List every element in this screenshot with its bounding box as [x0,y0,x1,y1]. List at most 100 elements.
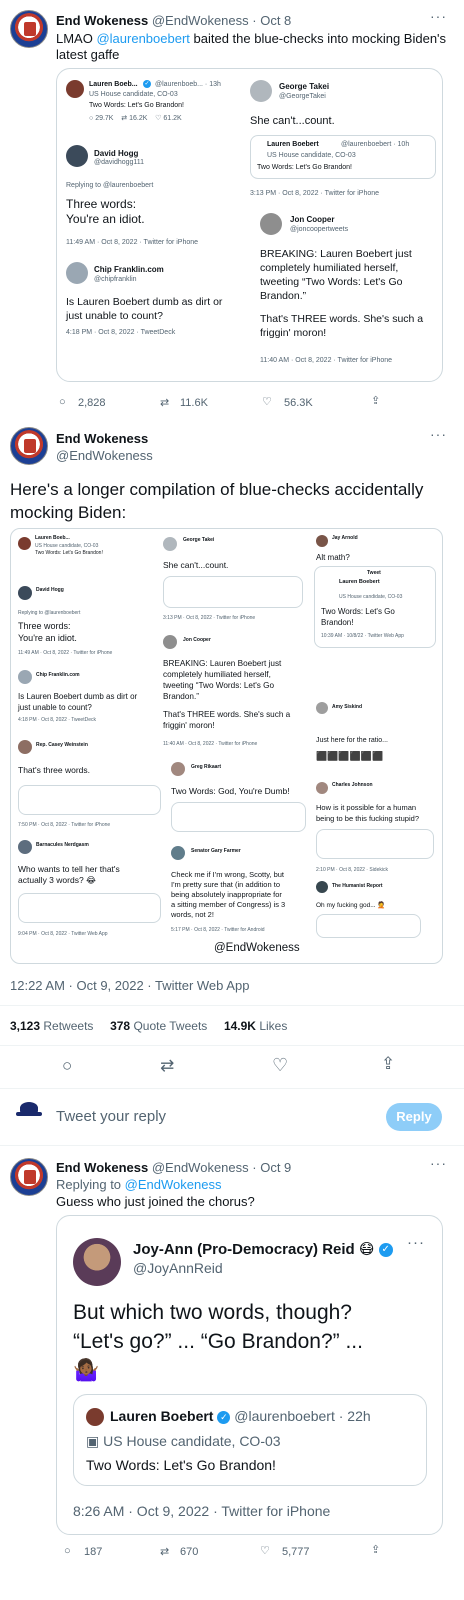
divider [0,1088,464,1089]
cooper-avatar [163,635,177,649]
more-options-icon[interactable]: ··· [407,1234,425,1251]
share-icon[interactable]: ⇪ [371,1543,380,1556]
hogg-text-2: You're an idiot. [66,212,145,226]
siskind-avatar [316,702,328,714]
like-icon[interactable]: ♡ [272,1055,288,1076]
verified-icon: ✓ [217,1410,231,1424]
author-handle[interactable]: @EndWokeness [152,13,249,28]
hogg-text-1: Three words: [66,197,137,211]
retweet-count: 11.6K [180,397,208,409]
reply-icon[interactable]: ○ [59,396,66,408]
tweet-3-header: End Wokeness @EndWokeness · Oct 9 [56,1160,291,1175]
retweet-count: 670 [180,1546,199,1558]
joy-reid-text: But which two words, though? “Let's go?”… [73,1298,363,1385]
takei-time: 3:13 PM · Oct 8, 2022 · Twitter for iPho… [250,190,380,197]
cooper-avatar [260,213,282,235]
franklin-avatar [18,670,32,684]
joy-reid-embedded-tweet[interactable]: Joy-Ann (Pro-Democracy) Reid 😷 ✓ @JoyAnn… [56,1215,443,1535]
boebert-avatar [18,537,31,550]
boebert-text: Two Words: Let's Go Brandon! [86,1457,276,1473]
humanist-avatar [316,881,328,893]
like-icon[interactable]: ♡ [260,1544,270,1557]
tweet-2-timestamp[interactable]: 12:22 AM · Oct 9, 2022 · Twitter Web App [10,978,249,993]
divider [0,1045,464,1046]
retweets-stat[interactable]: 3,123 Retweets [10,1019,93,1033]
boebert-quoted-tweet[interactable]: Lauren Boebert ✓ @laurenboebert · 22h ▣ … [73,1394,427,1486]
author-handle[interactable]: @EndWokeness [56,448,153,463]
rikaart-quote [171,802,306,832]
tweet-1-text: LMAO @laurenboebert baited the blue-chec… [56,31,447,62]
boebert-sub: US House candidate, CO-03 [89,91,178,98]
nerdgasm-avatar [18,840,32,854]
weinstein-avatar [18,740,32,754]
cooper-time: 11:40 AM · Oct 8, 2022 · Twitter for iPh… [260,357,393,364]
end-wokeness-avatar[interactable] [10,10,48,48]
user-avatar[interactable] [16,1102,42,1122]
boebert-stats: ○ 29.7K ⇄ 16.2K ♡ 61.2K [89,115,182,122]
reply-input[interactable]: Tweet your reply [56,1108,166,1125]
more-options-icon[interactable]: ··· [430,8,447,24]
like-count: 5,777 [282,1546,310,1558]
end-wokeness-avatar[interactable] [10,427,48,465]
hogg-name: David Hogg [94,149,139,158]
franklin-handle: @chipfranklin [94,276,137,283]
joy-reid-name: Joy-Ann (Pro-Democracy) Reid 😷 ✓ [133,1240,393,1258]
tweet-1-image[interactable]: Lauren Boeb... ✓ @laurenboeb... · 13h US… [56,68,443,382]
quote-tweets-stat[interactable]: 378 Quote Tweets [110,1019,207,1033]
hogg-avatar [18,586,32,600]
takei-avatar [250,80,272,102]
franklin-avatar [66,262,88,284]
end-wokeness-avatar[interactable] [10,1158,48,1196]
tweet-3-text: Guess who just joined the chorus? [56,1194,255,1209]
weinstein-quote [18,785,161,815]
boebert-sub: ▣ US House candidate, CO-03 [86,1433,281,1449]
likes-stat[interactable]: 14.9K Likes [224,1019,287,1033]
takei-quote[interactable]: Lauren Boebert @laurenboebert · 10h US H… [250,135,436,179]
retweet-icon[interactable]: ⇄ [160,396,169,409]
boebert-name: Lauren Boeb... [89,81,138,88]
shrug-emoji: 🤷🏾‍♀️ [73,1359,100,1382]
johnson-avatar [316,782,328,794]
nerdgasm-quote [18,893,161,923]
like-icon: ♡ [155,115,162,122]
reply-icon: ○ [89,115,94,122]
reply-button[interactable]: Reply [386,1103,442,1131]
tweet-date[interactable]: · Oct 8 [252,13,291,28]
mention-link[interactable]: @laurenboebert [96,31,189,46]
tweet-1-header: End Wokeness @EndWokeness · Oct 8 [56,13,291,28]
share-icon[interactable]: ⇪ [371,394,380,407]
franklin-name: Chip Franklin.com [94,265,164,274]
like-count: 56.3K [284,397,313,409]
collage-cooper-text: BREAKING: Lauren Boebert just completely… [163,659,291,730]
replying-to: Replying to @laurenboebert [66,182,154,189]
retweet-icon[interactable]: ⇄ [160,1545,169,1558]
cooper-text: BREAKING: Lauren Boebert just completely… [260,248,424,339]
like-icon[interactable]: ♡ [262,395,272,408]
boebert-handle: @laurenboeb... · 13h [155,81,221,88]
reply-icon[interactable]: ○ [64,1545,71,1557]
arnold-quote: Tweet Lauren Boebert US House candidate,… [314,566,436,648]
cooper-handle: @joncoopertweets [290,226,349,233]
tweet-date[interactable]: · Oct 9 [252,1160,291,1175]
more-options-icon[interactable]: ··· [430,426,447,442]
divider [0,1005,464,1006]
replying-to-link[interactable]: @EndWokeness [125,1177,222,1192]
tweet-2-collage-image[interactable]: Lauren Boeb... US House candidate, CO-03… [10,528,443,964]
reply-count: 2,828 [78,397,106,409]
cooper-name: Jon Cooper [290,215,335,224]
more-options-icon[interactable]: ··· [430,1155,447,1171]
retweet-icon[interactable]: ⇄ [160,1056,174,1076]
takei-avatar [163,537,177,551]
joy-reid-timestamp: 8:26 AM · Oct 9, 2022 · Twitter for iPho… [73,1503,331,1519]
joy-reid-handle: @JoyAnnReid [133,1260,223,1276]
boebert-avatar [66,80,84,98]
arnold-avatar [316,535,328,547]
tweet-2-text: Here's a longer compilation of blue-chec… [10,480,424,522]
author-name[interactable]: End Wokeness [56,431,148,446]
reply-icon[interactable]: ○ [62,1056,72,1076]
share-icon[interactable]: ⇪ [381,1054,395,1074]
author-handle[interactable]: @EndWokeness [152,1160,249,1175]
author-name[interactable]: End Wokeness [56,13,148,28]
franklin-text-1: Is Lauren Boebert dumb as dirt or [66,296,223,308]
author-name[interactable]: End Wokeness [56,1160,148,1175]
